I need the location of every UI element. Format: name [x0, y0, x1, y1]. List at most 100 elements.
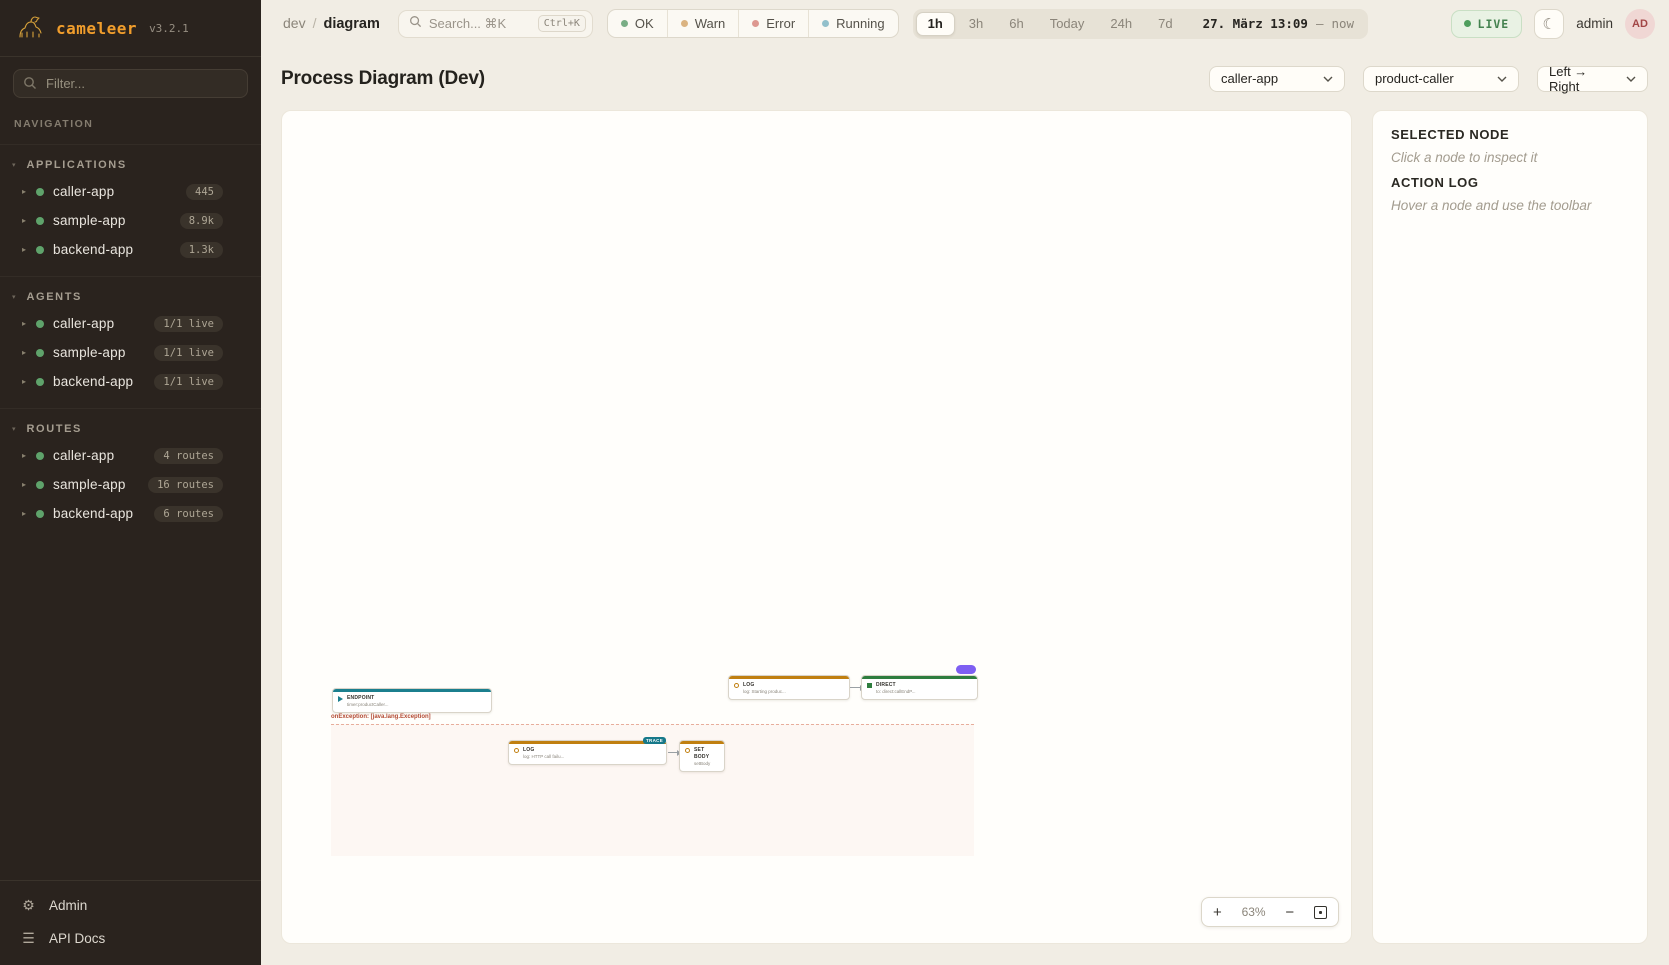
chevron-right-icon: ▸ — [22, 480, 36, 489]
range-button-3h[interactable]: 3h — [957, 12, 995, 36]
chevron-right-icon: ▸ — [22, 187, 36, 196]
sidebar-item-routes-backend-app[interactable]: ▸ backend-app 6 routes — [0, 499, 261, 528]
sidebar-item-routes-caller-app[interactable]: ▸ caller-app 4 routes — [0, 441, 261, 470]
live-count-badge: 1/1 live — [154, 374, 223, 390]
search-icon — [409, 15, 422, 33]
chevron-right-icon: ▸ — [22, 319, 36, 328]
sidebar-item-routes-sample-app[interactable]: ▸ sample-app 16 routes — [0, 470, 261, 499]
chevron-down-icon: ▾ — [12, 162, 16, 169]
page-title: Process Diagram (Dev) — [281, 68, 485, 90]
zoom-toolbar: + 63% − — [1201, 897, 1339, 927]
direction-select[interactable]: Left → Right — [1537, 66, 1648, 92]
sidebar-item-applications-caller-app[interactable]: ▸ caller-app 445 — [0, 177, 261, 206]
status-dot — [36, 481, 44, 489]
chevron-right-icon: ▸ — [22, 245, 36, 254]
range-button-today[interactable]: Today — [1038, 12, 1097, 36]
inspector-panel: SELECTED NODE Click a node to inspect it… — [1372, 110, 1648, 944]
fit-view-button[interactable] — [1314, 906, 1327, 919]
chevron-right-icon: ▸ — [22, 377, 36, 386]
live-badge[interactable]: LIVE — [1451, 10, 1523, 38]
sidebar-item-applications-backend-app[interactable]: ▸ backend-app 1.3k — [0, 235, 261, 264]
route-select[interactable]: product-caller — [1363, 66, 1519, 92]
status-dot — [36, 378, 44, 386]
diagram-node-direct[interactable]: DIRECT to: direct:callEndP... — [861, 675, 978, 700]
node-badge-purple — [956, 665, 976, 674]
live-count-badge: 1/1 live — [154, 316, 223, 332]
selected-node-hint: Click a node to inspect it — [1391, 150, 1629, 165]
diagram-node-log-1[interactable]: LOG log: Starting produc... — [728, 675, 850, 700]
range-button-7d[interactable]: 7d — [1146, 12, 1184, 36]
time-range-group: 1h 3h 6h Today 24h 7d 27. März 13:09 — n… — [913, 9, 1368, 39]
live-count-badge: 1/1 live — [154, 345, 223, 361]
routes-count-badge: 16 routes — [148, 477, 223, 493]
global-search[interactable]: Ctrl+K — [398, 10, 593, 38]
range-button-6h[interactable]: 6h — [997, 12, 1035, 36]
chevron-down-icon — [1497, 76, 1507, 82]
range-start: 27. März 13:09 — [1203, 16, 1308, 31]
app-version: v3.2.1 — [149, 22, 189, 35]
chevron-right-icon: ▸ — [22, 348, 36, 357]
status-dot — [36, 188, 44, 196]
chevron-down-icon — [1323, 76, 1333, 82]
sidebar-item-admin[interactable]: ⚙ Admin — [0, 889, 261, 922]
search-input[interactable] — [429, 16, 531, 31]
sidebar-item-applications-sample-app[interactable]: ▸ sample-app 8.9k — [0, 206, 261, 235]
range-button-1h[interactable]: 1h — [916, 12, 955, 36]
status-dot — [36, 217, 44, 225]
action-log-heading: ACTION LOG — [1391, 175, 1629, 190]
filter-input[interactable] — [13, 69, 248, 98]
log-icon — [514, 748, 519, 753]
time-range-display: 27. März 13:09 — now — [1203, 16, 1354, 31]
chevron-down-icon — [1626, 76, 1636, 82]
topbar: dev / diagram Ctrl+K OK Warn — [261, 0, 1669, 47]
diagram-node-log-2[interactable]: TRACE LOG log: HTTP call failu... — [508, 740, 667, 765]
section-routes: ▾ ROUTES ▸ caller-app 4 routes ▸ sample-… — [0, 408, 261, 528]
sidebar-item-agents-sample-app[interactable]: ▸ sample-app 1/1 live — [0, 338, 261, 367]
range-end: now — [1331, 16, 1354, 31]
gear-icon: ⚙ — [21, 897, 36, 914]
edge-log-to-setbody — [668, 752, 678, 753]
action-log-hint: Hover a node and use the toolbar — [1391, 198, 1629, 213]
warn-status-dot — [681, 20, 688, 27]
breadcrumb-parent[interactable]: dev — [283, 15, 306, 31]
diagram-node-set-body[interactable]: SET BODY setBody — [679, 740, 725, 772]
avatar[interactable]: AD — [1625, 9, 1655, 39]
diagram-node-endpoint[interactable]: ENDPOINT timer:productCaller... — [332, 688, 492, 713]
breadcrumb-current: diagram — [323, 16, 379, 32]
username-label: admin — [1576, 16, 1613, 31]
section-applications: ▾ APPLICATIONS ▸ caller-app 445 ▸ sample… — [0, 144, 261, 264]
diagram-canvas[interactable]: ENDPOINT timer:productCaller... LOG log:… — [281, 110, 1352, 944]
sidebar: cameleer v3.2.1 NAVIGATION ▾ APPLICATION… — [0, 0, 261, 965]
count-badge: 8.9k — [180, 213, 223, 229]
count-badge: 445 — [186, 184, 223, 200]
app-select[interactable]: caller-app — [1209, 66, 1345, 92]
moon-icon: ☾ — [1542, 15, 1555, 33]
sidebar-item-api-docs[interactable]: ☰ API Docs — [0, 922, 261, 955]
chevron-right-icon: ▸ — [22, 216, 36, 225]
filter-chip-ok[interactable]: OK — [608, 10, 667, 37]
range-button-24h[interactable]: 24h — [1098, 12, 1144, 36]
list-icon: ☰ — [21, 930, 36, 947]
sidebar-item-agents-caller-app[interactable]: ▸ caller-app 1/1 live — [0, 309, 261, 338]
trace-badge: TRACE — [643, 737, 666, 744]
theme-toggle-button[interactable]: ☾ — [1534, 9, 1564, 39]
running-status-dot — [822, 20, 829, 27]
shortcut-kbd: Ctrl+K — [538, 15, 586, 32]
status-filter-group: OK Warn Error Running — [607, 9, 899, 38]
status-dot — [36, 349, 44, 357]
edge-log-to-direct — [850, 687, 861, 688]
zoom-out-button[interactable]: − — [1285, 905, 1294, 920]
filter-chip-running[interactable]: Running — [808, 10, 897, 37]
filter-chip-warn[interactable]: Warn — [667, 10, 739, 37]
zoom-in-button[interactable]: + — [1213, 905, 1222, 920]
section-agents: ▾ AGENTS ▸ caller-app 1/1 live ▸ sample-… — [0, 276, 261, 396]
filter-chip-error[interactable]: Error — [738, 10, 808, 37]
section-header-agents[interactable]: ▾ AGENTS — [0, 287, 261, 309]
camel-logo-icon — [16, 14, 46, 42]
section-header-routes[interactable]: ▾ ROUTES — [0, 419, 261, 441]
sidebar-item-agents-backend-app[interactable]: ▸ backend-app 1/1 live — [0, 367, 261, 396]
status-dot — [36, 452, 44, 460]
section-header-applications[interactable]: ▾ APPLICATIONS — [0, 155, 261, 177]
play-icon — [338, 696, 343, 702]
error-status-dot — [752, 20, 759, 27]
